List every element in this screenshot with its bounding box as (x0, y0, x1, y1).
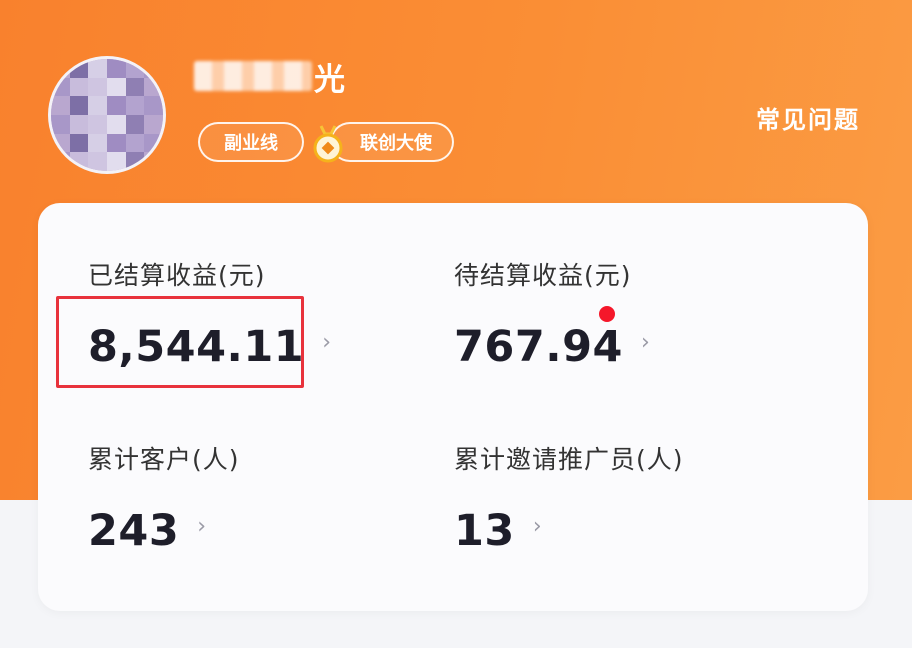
chevron-right-icon: › (640, 329, 650, 355)
faq-link[interactable]: 常见问题 (756, 100, 860, 135)
tag-side-business[interactable]: 副业线 (198, 122, 304, 162)
total-promoters-label: 累计邀请推广员(人) (454, 445, 684, 474)
notification-dot (599, 306, 615, 322)
total-promoters-value: 13 (454, 506, 515, 556)
stat-total-customers[interactable]: 累计客户(人) 243 › (88, 440, 240, 556)
stat-pending-income[interactable]: 待结算收益(元) 767.94 › (454, 256, 650, 372)
pending-income-value: 767.94 (454, 322, 623, 372)
chevron-right-icon: › (322, 329, 331, 355)
chevron-right-icon: › (197, 513, 207, 539)
chevron-right-icon: › (532, 513, 542, 539)
username-blurred (194, 61, 312, 91)
highlight-annotation-box (56, 296, 304, 388)
username: 光 (194, 56, 346, 98)
tag-ambassador[interactable]: 联创大使 (330, 122, 454, 162)
medal-icon (313, 125, 343, 163)
avatar[interactable] (48, 56, 166, 174)
pending-income-label: 待结算收益(元) (454, 261, 632, 290)
stat-total-promoters[interactable]: 累计邀请推广员(人) 13 › (454, 440, 684, 556)
username-visible: 光 (314, 61, 346, 98)
total-customers-label: 累计客户(人) (88, 445, 240, 474)
settled-income-label: 已结算收益(元) (88, 261, 266, 290)
app-root: 光 副业线 联创大使 常见问题 已结算收益(元) 8,544.11 › 待结算收… (0, 0, 912, 648)
total-customers-value: 243 (88, 506, 180, 556)
